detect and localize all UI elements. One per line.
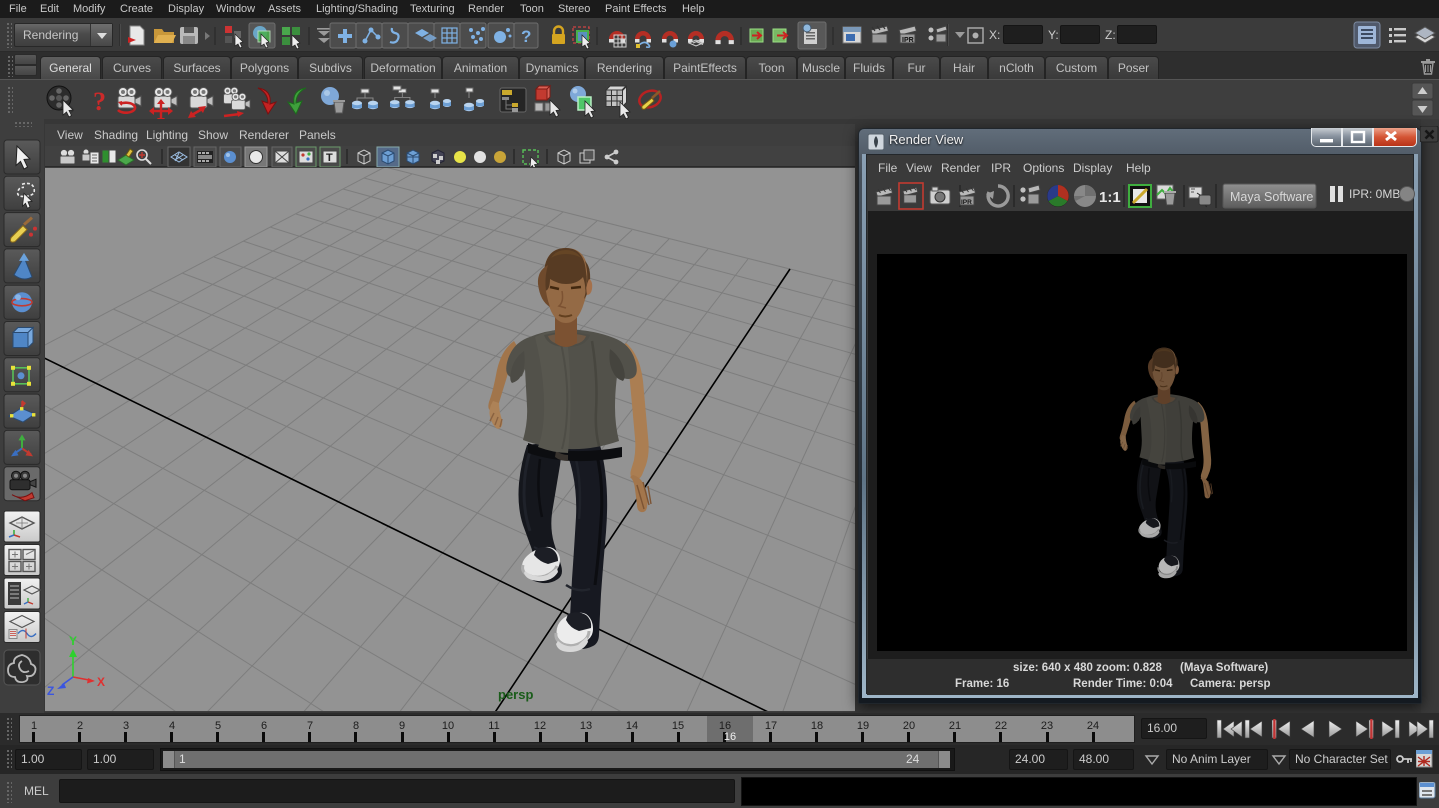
svg-text:15: 15 <box>672 720 684 732</box>
svg-text:Y: Y <box>69 634 77 648</box>
svg-text:2: 2 <box>77 720 83 732</box>
svg-text:7: 7 <box>307 720 313 732</box>
svg-text:?: ? <box>521 27 531 46</box>
svg-text:16: 16 <box>724 731 736 742</box>
svg-text:1: 1 <box>31 720 37 732</box>
svg-text:1:1: 1:1 <box>1099 189 1121 206</box>
svg-text:Z: Z <box>47 684 54 698</box>
svg-text:3: 3 <box>123 720 129 732</box>
svg-text:X: X <box>97 675 105 689</box>
svg-text:6: 6 <box>261 720 267 732</box>
svg-text:Maya Software: Maya Software <box>1230 190 1313 204</box>
svg-text:20: 20 <box>903 720 915 732</box>
svg-text:11: 11 <box>488 720 499 732</box>
svg-text:21: 21 <box>949 720 961 732</box>
svg-text:17: 17 <box>765 720 777 732</box>
svg-text:13: 13 <box>580 720 592 732</box>
svg-text:IPR: IPR <box>902 37 914 44</box>
svg-text:10: 10 <box>442 720 454 732</box>
svg-text:8: 8 <box>353 720 359 732</box>
svg-text:T: T <box>326 152 333 164</box>
svg-text:24: 24 <box>1087 720 1099 732</box>
svg-text:9: 9 <box>399 720 405 732</box>
svg-text:23: 23 <box>1041 720 1053 732</box>
svg-text:12: 12 <box>534 720 546 732</box>
svg-text:5: 5 <box>215 720 221 732</box>
svg-text:14: 14 <box>626 720 638 732</box>
svg-text:18: 18 <box>811 720 823 732</box>
svg-text:?: ? <box>93 87 106 116</box>
svg-text:IPR: IPR <box>961 199 972 206</box>
svg-text:22: 22 <box>995 720 1007 732</box>
svg-text:4: 4 <box>169 720 175 732</box>
svg-text:persp: persp <box>498 687 533 702</box>
svg-text:19: 19 <box>857 720 869 732</box>
